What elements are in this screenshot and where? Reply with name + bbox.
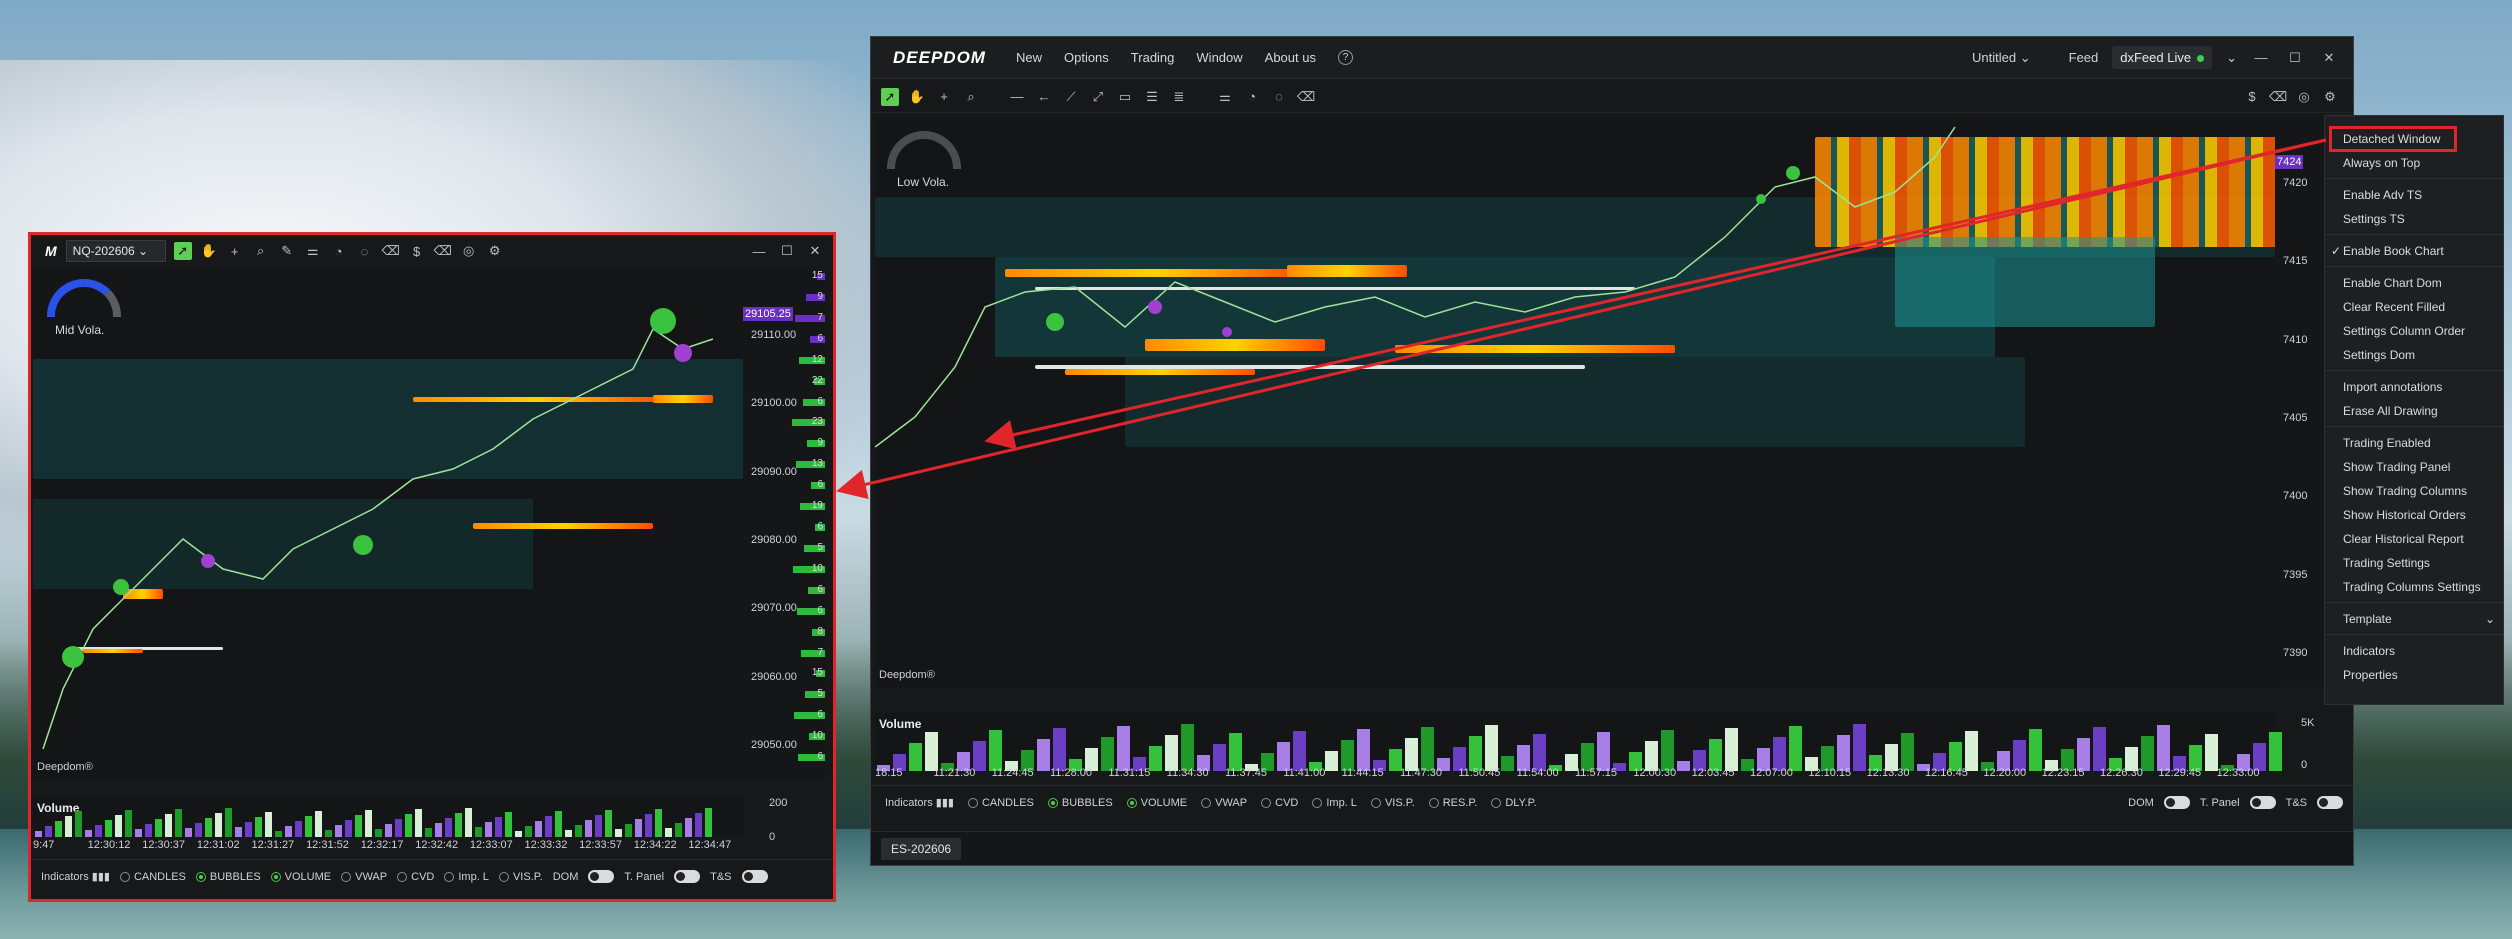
annotation-arrows <box>836 138 2327 500</box>
